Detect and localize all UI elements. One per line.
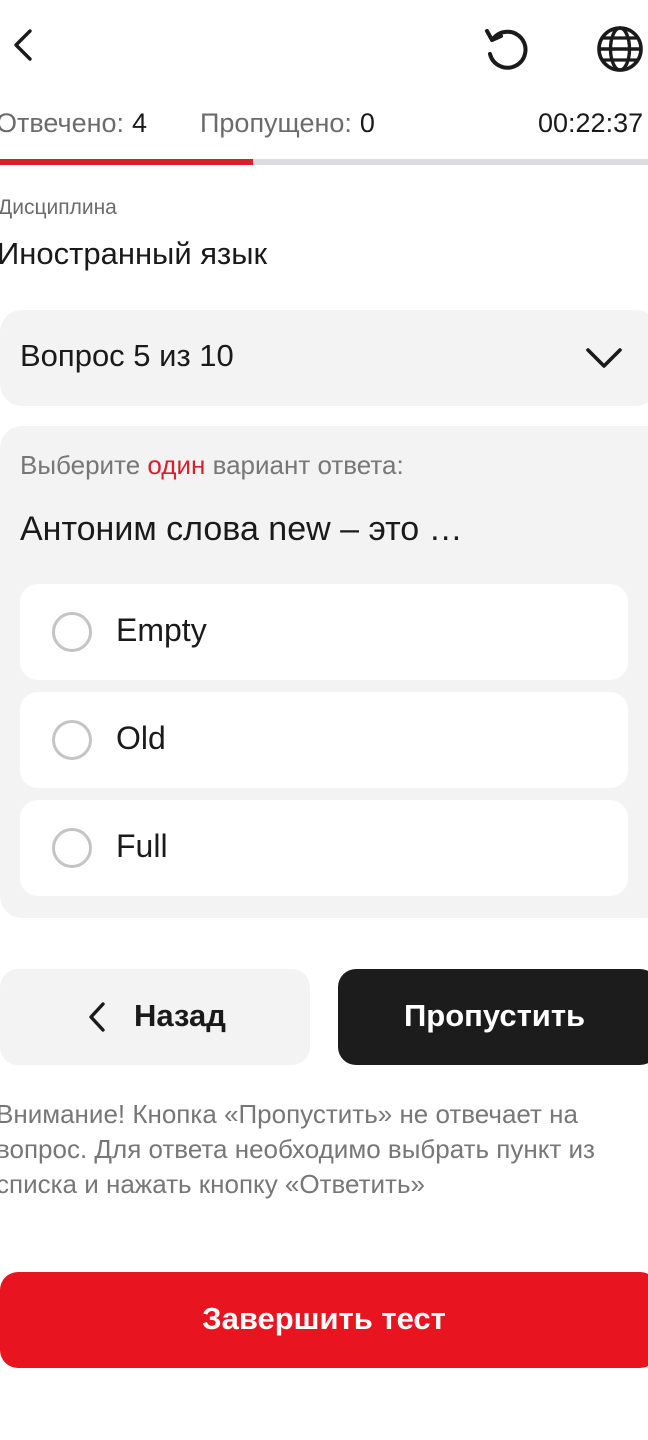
skipped-label: Пропущено:	[200, 108, 352, 138]
question-counter: Вопрос 5 из 10	[20, 338, 234, 373]
finish-button-label: Завершить тест	[202, 1301, 446, 1336]
reset-button[interactable]	[478, 20, 536, 78]
previous-question-button[interactable]: Назад	[0, 969, 310, 1065]
answer-option-label: Old	[116, 720, 166, 756]
progress-fill	[0, 159, 253, 165]
answer-option-label: Full	[116, 828, 168, 864]
question-text: Антоним слова new – это …	[20, 510, 463, 548]
radio-button[interactable]	[52, 612, 92, 652]
instruction-suffix: вариант ответа:	[212, 450, 404, 480]
chevron-down-icon	[586, 348, 622, 368]
radio-button[interactable]	[52, 828, 92, 868]
language-button[interactable]	[592, 20, 648, 78]
previous-button-label: Назад	[134, 998, 226, 1033]
instruction-prefix: Выберите	[20, 450, 141, 480]
instruction-text: Выберите один вариант ответа:	[20, 450, 404, 481]
radio-button[interactable]	[52, 720, 92, 760]
skipped-value: 0	[359, 108, 375, 138]
discipline-label: Дисциплина	[0, 196, 117, 219]
answer-option-old[interactable]: Old	[20, 692, 628, 788]
back-button[interactable]	[0, 18, 46, 72]
timer: 00:22:37	[538, 108, 644, 138]
answer-option-full[interactable]: Full	[20, 800, 628, 896]
chevron-left-icon	[89, 1002, 105, 1032]
finish-test-button[interactable]: Завершить тест	[0, 1272, 648, 1368]
progress-bar	[0, 159, 648, 165]
instruction-accent: один	[147, 450, 206, 480]
warning-text: Внимание! Кнопка «Пропустить» не отвечае…	[0, 1099, 595, 1199]
answered-label: Отвечено:	[0, 108, 125, 138]
skip-button[interactable]: Пропустить	[338, 969, 648, 1065]
answer-option-label: Empty	[116, 612, 207, 648]
chevron-left-icon	[14, 29, 32, 61]
question-selector[interactable]: Вопрос 5 из 10	[0, 310, 648, 406]
skip-button-label: Пропустить	[404, 998, 586, 1033]
discipline-value: Иностранный язык	[0, 236, 268, 271]
answered-value: 4	[132, 108, 148, 138]
stats-row: Отвечено: 4 Пропущено: 0 00:22:37	[0, 108, 648, 148]
answered-stat: Отвечено: 4	[0, 108, 147, 139]
rotate-ccw-icon	[485, 29, 528, 70]
globe-icon	[597, 26, 643, 72]
skipped-stat: Пропущено: 0	[200, 108, 375, 139]
question-card: Выберите один вариант ответа: Антоним сл…	[0, 426, 648, 918]
answer-option-empty[interactable]: Empty	[20, 584, 628, 680]
